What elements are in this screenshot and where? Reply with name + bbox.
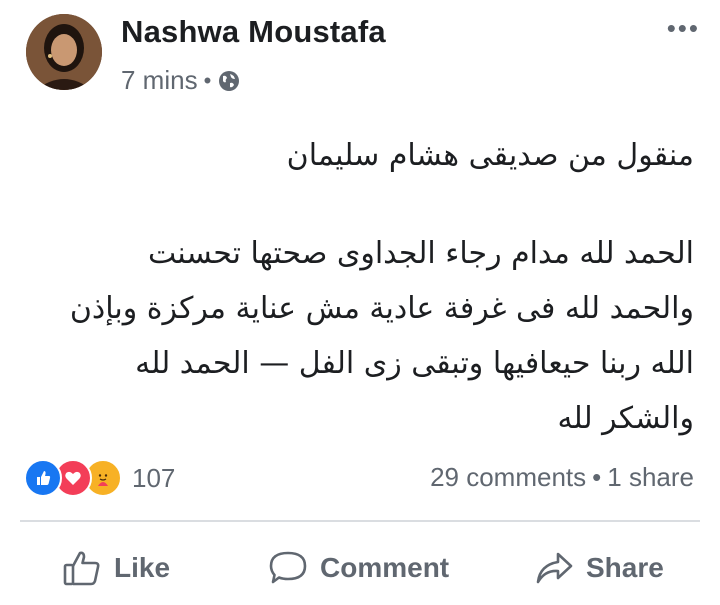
- comment-button[interactable]: Comment: [268, 538, 449, 598]
- share-button[interactable]: Share: [534, 538, 664, 598]
- comment-label: Comment: [320, 552, 450, 583]
- avatar[interactable]: [26, 14, 102, 90]
- post-text-line: والشكر لله: [557, 401, 694, 436]
- stats-separator: •: [592, 462, 602, 492]
- post-text-body: الحمد لله مدام رجاء الجداوى صحتها تحسنت …: [26, 226, 694, 446]
- globe-icon: [217, 69, 241, 93]
- reactions-summary[interactable]: 107: [24, 459, 175, 497]
- post-text-line: الحمد لله مدام رجاء الجداوى صحتها تحسنت: [147, 236, 694, 271]
- post-timestamp[interactable]: 7 mins: [121, 65, 198, 96]
- post-text-line: منقول من صديقى هشام سليمان: [286, 138, 694, 173]
- share-icon: [536, 552, 573, 584]
- share-label: Share: [586, 552, 664, 583]
- avatar-photo: [26, 14, 102, 90]
- post-text-intro: منقول من صديقى هشام سليمان: [26, 128, 694, 183]
- comments-count[interactable]: 29 comments: [430, 462, 586, 493]
- action-bar: Like Comment Share: [0, 538, 720, 598]
- reaction-count: 107: [132, 462, 176, 493]
- more-options-icon[interactable]: •••: [667, 15, 700, 41]
- divider: [20, 520, 700, 522]
- shares-count[interactable]: 1 share: [607, 462, 694, 493]
- post-text-line: الله ربنا حيعافيها وتبقى زى الفل — الحمد…: [135, 346, 694, 381]
- thumbs-up-icon: [63, 551, 100, 586]
- like-icon: [24, 459, 62, 497]
- author-name[interactable]: Nashwa Moustafa: [121, 14, 386, 50]
- engagement-stats: 29 comments • 1 share: [430, 462, 694, 493]
- post-text-line: والحمد لله فى غرفة عادية مش عناية مركزة …: [69, 291, 694, 326]
- like-label: Like: [114, 552, 171, 583]
- facebook-post: Nashwa Moustafa 7 mins • ••• منقول من صد…: [0, 0, 720, 605]
- comment-icon: [269, 551, 307, 584]
- post-meta: 7 mins •: [121, 65, 241, 96]
- like-button[interactable]: Like: [62, 538, 170, 598]
- meta-separator: •: [203, 67, 212, 93]
